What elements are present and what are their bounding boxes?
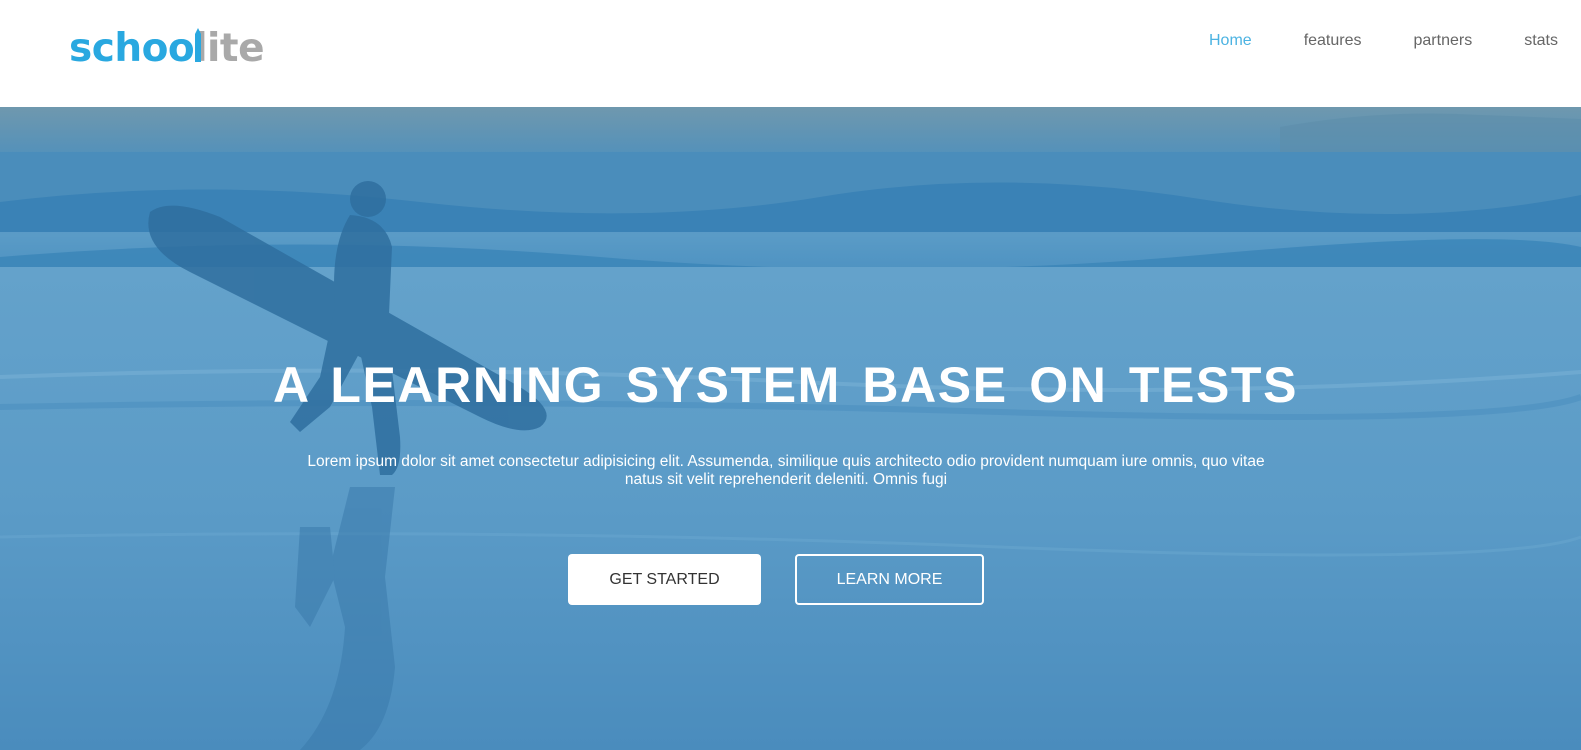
main-nav: Home features partners stats xyxy=(1157,31,1558,51)
learn-more-button[interactable]: LEARN MORE xyxy=(795,554,984,605)
pencil-icon xyxy=(195,28,202,62)
logo-text-secondary: lite xyxy=(194,26,264,72)
hero-background-image xyxy=(0,107,1581,750)
site-header: schoo lite Home features partners stats xyxy=(0,0,1581,107)
hero-description: Lorem ipsum dolor sit amet consectetur a… xyxy=(307,453,1265,488)
logo-text-primary: schoo xyxy=(69,26,195,71)
logo-text-lite: lite xyxy=(194,26,265,71)
get-started-button[interactable]: GET STARTED xyxy=(568,554,761,605)
nav-link-features[interactable]: features xyxy=(1252,31,1362,51)
hero-title: A LEARNING SYSTEM BASE ON TESTS xyxy=(272,357,1299,413)
nav-link-stats[interactable]: stats xyxy=(1472,31,1558,51)
nav-link-partners[interactable]: partners xyxy=(1362,31,1473,51)
schoolite-logo[interactable]: schoo lite xyxy=(69,26,265,72)
hero-section: A LEARNING SYSTEM BASE ON TESTS Lorem ip… xyxy=(0,107,1581,750)
nav-link-home[interactable]: Home xyxy=(1157,31,1252,51)
